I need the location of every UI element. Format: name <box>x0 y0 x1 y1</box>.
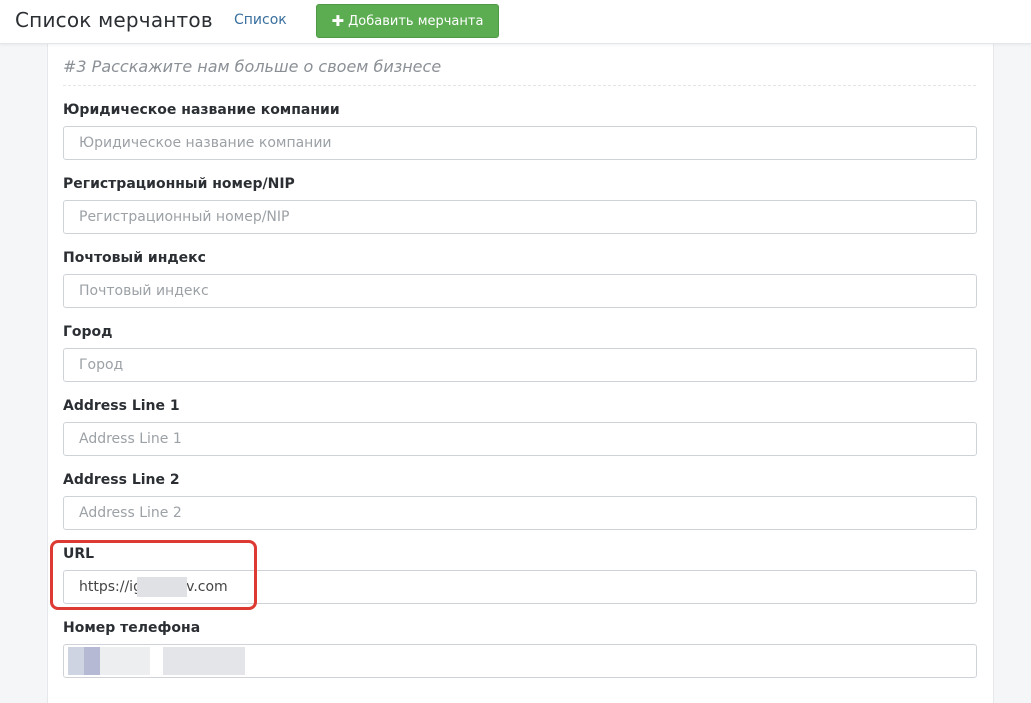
registration-number-input[interactable] <box>63 200 977 234</box>
redacted-phone-block <box>163 647 245 675</box>
registration-number-label: Регистрационный номер/NIP <box>63 176 295 192</box>
address-line-1-input[interactable] <box>63 422 977 456</box>
add-merchant-label: Добавить мерчанта <box>348 13 484 29</box>
city-input[interactable] <box>63 348 977 382</box>
add-merchant-button[interactable]: ✚ Добавить мерчанта <box>316 4 499 38</box>
url-label: URL <box>63 546 95 562</box>
url-input[interactable] <box>63 570 977 604</box>
address-line-2-label: Address Line 2 <box>63 472 180 488</box>
redacted-phone-block <box>84 647 100 675</box>
nav-link-list[interactable]: Список <box>234 12 287 28</box>
redacted-phone-block <box>100 647 150 675</box>
top-bar: Список мерчантов Список ✚ Добавить мерча… <box>0 0 1031 44</box>
postal-code-label: Почтовый индекс <box>63 250 206 266</box>
phone-label: Номер телефона <box>63 620 201 636</box>
page-title: Список мерчантов <box>15 8 213 32</box>
company-name-input[interactable] <box>63 126 977 160</box>
redacted-phone-block <box>68 647 84 675</box>
city-label: Город <box>63 324 113 340</box>
address-line-2-input[interactable] <box>63 496 977 530</box>
address-line-1-label: Address Line 1 <box>63 398 180 414</box>
postal-code-input[interactable] <box>63 274 977 308</box>
company-name-label: Юридическое название компании <box>63 102 340 118</box>
section-title: #3 Расскажите нам больше о своем бизнесе <box>63 57 442 76</box>
section-divider <box>63 85 976 86</box>
plus-icon: ✚ <box>331 11 345 30</box>
redacted-url-block <box>137 577 187 597</box>
